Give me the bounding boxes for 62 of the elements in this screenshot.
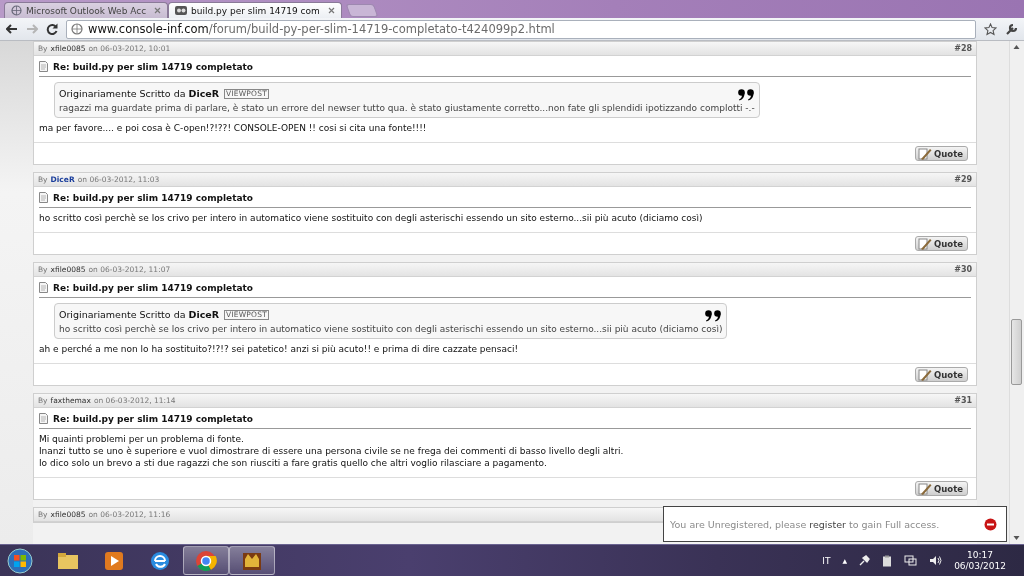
- scrollbar-thumb[interactable]: [1011, 319, 1022, 385]
- reload-icon[interactable]: [46, 23, 58, 35]
- quote-button[interactable]: Quote: [915, 146, 969, 161]
- post-title: Re: build.py per slim 14719 completato: [52, 282, 254, 293]
- pin-icon[interactable]: [859, 555, 871, 566]
- register-link[interactable]: register: [809, 518, 846, 530]
- network-icon[interactable]: [904, 555, 918, 566]
- quote-text: ragazzi ma guardate prima di parlare, è stato un errore del newser tutto qua. è stato giustamente corretto...non fate gli splendidi ipotizzando complotti -.-: [58, 103, 755, 113]
- quote-button[interactable]: Quote: [915, 367, 969, 382]
- quote-label: Originariamente Scritto da: [58, 309, 186, 320]
- close-icon[interactable]: [327, 7, 335, 14]
- globe-icon: [71, 23, 83, 35]
- post-title: Re: build.py per slim 14719 completato: [52, 192, 254, 203]
- notice-text: You are Unregistered, please register to gain Full access.: [670, 518, 940, 530]
- message-line: Inanzi tutto se uno è superiore e vuol dimostrare di essere una persona civile se ne frega dei commenti di basso livello degli altri.: [38, 445, 625, 457]
- paper-pen-icon: [918, 237, 934, 250]
- quote-text: ho scritto così perchè se los crivo per intero in automatico viene sostituito con degli asterischi essendo un sito esterno...sii più acuto (diciamo così): [58, 324, 723, 334]
- back-icon[interactable]: [6, 24, 18, 34]
- chrome-icon: [194, 548, 218, 573]
- quote-mark-icon: [737, 89, 755, 101]
- document-icon: [38, 61, 48, 72]
- quote-author: DiceR: [188, 309, 220, 320]
- post-number[interactable]: #29: [954, 175, 973, 184]
- document-icon: [38, 413, 48, 424]
- paper-pen-icon: [918, 147, 934, 160]
- browser-tab[interactable]: build.py per slim 14719 com: [168, 2, 342, 18]
- paper-pen-icon: [918, 368, 934, 381]
- close-icon[interactable]: [154, 7, 162, 14]
- document-icon: [38, 192, 48, 203]
- quote-author: DiceR: [188, 88, 220, 99]
- post-number[interactable]: #30: [954, 265, 973, 274]
- start-button[interactable]: [7, 547, 33, 574]
- url-text: www.console-inf.com/forum/build-py-per-slim-14719-completato-t424099p2.html: [88, 22, 555, 36]
- quote-button[interactable]: Quote: [915, 236, 969, 251]
- star-icon[interactable]: [984, 22, 997, 36]
- message-line: Mi quainti problemi per un problema di fonte.: [38, 433, 245, 445]
- post-number[interactable]: #28: [954, 44, 973, 53]
- clipboard-icon[interactable]: [882, 554, 893, 567]
- tab-title: build.py per slim 14719 com: [191, 5, 320, 16]
- tab-title: Microsoft Outlook Web Acc: [26, 5, 147, 16]
- stop-icon[interactable]: [984, 517, 997, 531]
- post-title: Re: build.py per slim 14719 completato: [52, 61, 254, 72]
- post-title: Re: build.py per slim 14719 completato: [52, 413, 254, 424]
- address-bar[interactable]: www.console-inf.com/forum/build-py-per-slim-14719-completato-t424099p2.html: [66, 19, 976, 39]
- taskbar-app-button[interactable]: [183, 546, 229, 575]
- post-number[interactable]: #31: [954, 396, 973, 405]
- message-line: ho scritto così perchè se los crivo per intero in automatico viene sostituito con degli asterischi essendo un sito esterno...sii più acuto (diciamo così): [38, 212, 704, 224]
- language-indicator[interactable]: IT: [822, 555, 831, 566]
- globe-icon: [11, 5, 22, 16]
- quote-button[interactable]: Quote: [915, 481, 969, 496]
- quote-label: Originariamente Scritto da: [58, 88, 186, 99]
- wrench-icon[interactable]: [1005, 22, 1018, 36]
- speaker-icon[interactable]: [929, 555, 943, 566]
- message-line: Io dico solo un brevo a sti due ragazzi che son riusciti a fare gratis quello che altri voglio rilasciare a pagamento.: [38, 457, 548, 469]
- browser-tab[interactable]: Microsoft Outlook Web Acc: [4, 2, 169, 18]
- document-icon: [38, 282, 48, 293]
- clock[interactable]: 10:17 06/03/2012: [954, 549, 1006, 572]
- paper-pen-icon: [918, 482, 934, 495]
- quote-mark-icon: [705, 310, 723, 322]
- message-line: ma per favore.... e poi cosa è C-open!?!??! CONSOLE-OPEN !! cosi si cita una fonte!!!!: [38, 122, 428, 134]
- message-line: ah e perché a me non lo ha sostituito?!?!? sei patetico! anzi si più acuto!! e prima di dire cazzate pensaci!: [38, 343, 520, 355]
- site-icon: [175, 5, 188, 16]
